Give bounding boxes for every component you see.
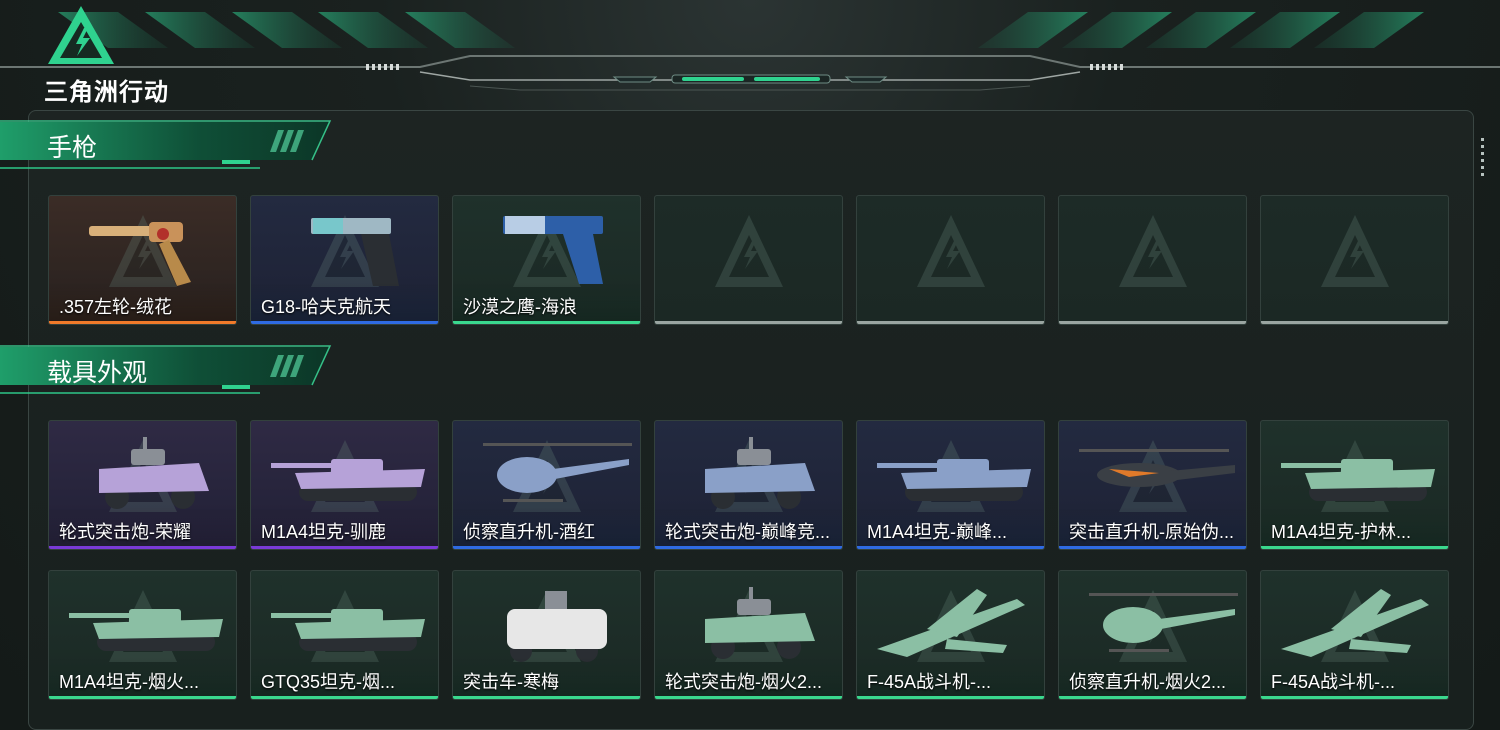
item-card[interactable]: 轮式突击炮-烟火2... [654,570,843,700]
rarity-bar [251,546,438,549]
empty-item-slot[interactable] [1260,195,1449,325]
rarity-bar [1059,546,1246,549]
rarity-bar [857,696,1044,699]
tank-icon [59,579,228,665]
item-card[interactable]: GTQ35坦克-烟... [250,570,439,700]
attack-helicopter-icon [1069,429,1238,515]
rarity-bar [1261,546,1448,549]
item-name: 侦察直升机-酒红 [463,522,595,542]
tank-icon [867,429,1036,515]
tank-icon [261,429,430,515]
rarity-bar [251,696,438,699]
rarity-bar [49,321,236,324]
empty-item-slot[interactable] [654,195,843,325]
item-name: 轮式突击炮-巅峰竞... [665,522,830,542]
item-card[interactable]: M1A4坦克-烟火... [48,570,237,700]
rarity-bar [49,546,236,549]
assault-vehicle-icon [463,579,632,665]
rarity-bar [453,546,640,549]
item-name: M1A4坦克-烟火... [59,672,200,692]
rarity-bar [857,546,1044,549]
rarity-bar [655,321,842,324]
item-name: 突击车-寒梅 [463,672,559,692]
item-card[interactable]: F-45A战斗机-... [1260,570,1449,700]
rarity-bar [453,321,640,324]
tank-icon [261,579,430,665]
rarity-bar [1261,696,1448,699]
rarity-bar [1059,696,1246,699]
header-decoration [0,12,1500,91]
item-name: M1A4坦克-护林... [1271,522,1412,542]
top-header: 三角洲行动 [0,0,1500,106]
item-card[interactable]: F-45A战斗机-... [856,570,1045,700]
item-name: .357左轮-绒花 [59,297,173,317]
item-card[interactable]: G18-哈夫克航天 [250,195,439,325]
item-name: F-45A战斗机-... [1271,672,1396,692]
rarity-bar [1261,321,1448,324]
rarity-bar [1059,321,1246,324]
item-name: 轮式突击炮-烟火2... [665,672,823,692]
rarity-bar [49,696,236,699]
item-name: 沙漠之鹰-海浪 [463,297,577,317]
fighter-jet-icon [1271,579,1440,665]
item-card[interactable]: 突击车-寒梅 [452,570,641,700]
item-name: 突击直升机-原始伪... [1069,522,1234,542]
helicopter-icon [463,429,633,515]
empty-item-slot[interactable] [1058,195,1247,325]
item-name: GTQ35坦克-烟... [261,672,396,692]
delta-watermark-icon [1319,211,1391,291]
item-card[interactable]: M1A4坦克-巅峰... [856,420,1045,550]
item-name: M1A4坦克-驯鹿 [261,522,387,542]
scrollbar[interactable] [1481,138,1484,178]
item-name: G18-哈夫克航天 [261,297,392,317]
delta-watermark-icon [713,211,785,291]
section-header-vehicles: 载具外观 [0,345,340,401]
item-card[interactable]: M1A4坦克-护林... [1260,420,1449,550]
armored-car-icon [59,429,228,515]
item-card[interactable]: 侦察直升机-烟火2... [1058,570,1247,700]
item-card[interactable]: 沙漠之鹰-海浪 [452,195,641,325]
rarity-bar [251,321,438,324]
section-header-pistols: 手枪 [0,120,340,176]
desert-eagle-icon [463,204,632,290]
revolver-icon [59,204,228,290]
item-card[interactable]: M1A4坦克-驯鹿 [250,420,439,550]
item-name: M1A4坦克-巅峰... [867,522,1008,542]
armored-car-icon [665,429,834,515]
section-title: 手枪 [47,133,98,162]
delta-logo-icon [48,6,114,64]
fighter-jet-icon [867,579,1036,665]
section-title: 载具外观 [47,358,148,387]
item-card[interactable]: 侦察直升机-酒红 [452,420,641,550]
rarity-bar [655,546,842,549]
item-name: 轮式突击炮-荣耀 [59,522,191,542]
item-name: F-45A战斗机-... [867,672,992,692]
item-card[interactable]: .357左轮-绒花 [48,195,237,325]
delta-watermark-icon [1117,211,1189,291]
item-card[interactable]: 轮式突击炮-荣耀 [48,420,237,550]
empty-item-slot[interactable] [856,195,1045,325]
item-name: 侦察直升机-烟火2... [1069,672,1227,692]
rarity-bar [857,321,1044,324]
item-card[interactable]: 突击直升机-原始伪... [1058,420,1247,550]
armored-car-icon [665,579,834,665]
tank-icon [1271,429,1440,515]
delta-watermark-icon [915,211,987,291]
rarity-bar [655,696,842,699]
rarity-bar [453,696,640,699]
helicopter-icon [1069,579,1239,665]
pistol-icon [261,204,430,290]
item-card[interactable]: 轮式突击炮-巅峰竞... [654,420,843,550]
logo-text: 三角洲行动 [44,78,169,106]
